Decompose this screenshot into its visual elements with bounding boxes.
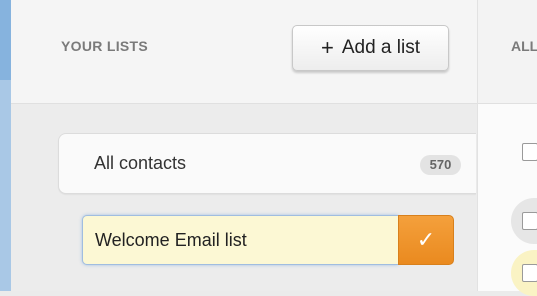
contacts-header-label: ALL [511, 38, 537, 54]
list-item-all-contacts[interactable]: All contacts 570 [58, 133, 476, 194]
confirm-new-list-button[interactable]: ✓ [398, 215, 454, 265]
left-edge-panel [0, 0, 11, 291]
add-list-button[interactable]: + Add a list [292, 25, 449, 71]
contact-row-checkbox[interactable] [522, 143, 537, 161]
checkmark-icon: ✓ [416, 227, 436, 252]
lists-title: YOUR LISTS [61, 38, 149, 54]
new-list-name-input[interactable] [82, 215, 398, 265]
contact-row-checkbox[interactable] [522, 212, 537, 230]
list-item-label: All contacts [94, 153, 187, 173]
contacts-header: ALL [478, 0, 537, 104]
left-edge-panel-top [0, 0, 11, 80]
lists-header: YOUR LISTS + Add a list [11, 0, 477, 104]
contact-count-badge: 570 [420, 155, 461, 175]
add-list-label: Add a list [341, 37, 420, 58]
contact-row-checkbox[interactable] [522, 264, 537, 282]
contacts-panel: ALL [477, 0, 537, 296]
plus-icon: + [320, 35, 334, 60]
